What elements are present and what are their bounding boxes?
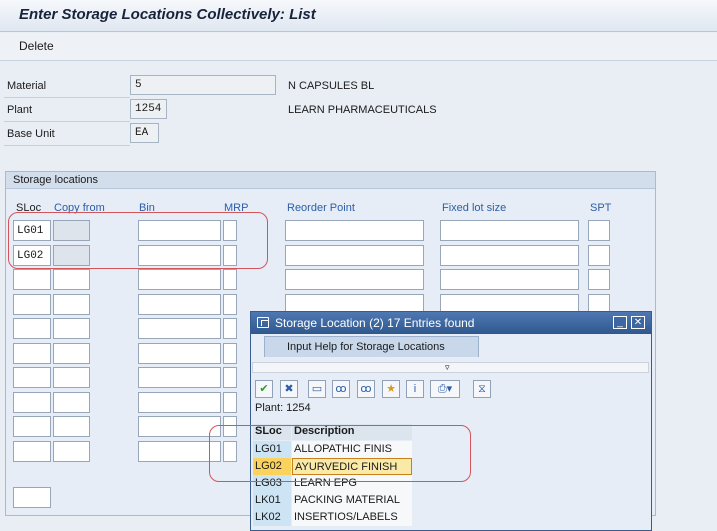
highlight-annotation (8, 212, 268, 269)
minimize-icon[interactable]: _ (613, 316, 627, 329)
find-next-icon[interactable]: ꝏ (357, 380, 375, 398)
plant-label: Plant (7, 104, 33, 116)
divider (4, 121, 130, 122)
col-header-reorder-point[interactable]: Reorder Point (287, 202, 355, 214)
check-icon[interactable]: ✔ (255, 380, 273, 398)
close-icon[interactable]: ✖ (280, 380, 298, 398)
grid-cell[interactable] (13, 441, 51, 462)
favorite-star-icon[interactable]: ★ (382, 380, 400, 398)
grid-cell[interactable] (13, 392, 51, 413)
grid-cell[interactable] (223, 392, 237, 413)
col-header-fixed-lot-size[interactable]: Fixed lot size (442, 202, 506, 214)
material-field[interactable]: 5 (130, 75, 276, 95)
info-icon[interactable]: i (406, 380, 424, 398)
popup-plant-line: Plant: 1254 (255, 402, 311, 414)
grid-cell[interactable] (53, 367, 90, 388)
grid-cell[interactable] (13, 416, 51, 437)
grid-cell[interactable] (138, 318, 221, 339)
popup-title-bar: Storage Location (2) 17 Entries found _ … (251, 312, 651, 334)
grid-cell[interactable] (223, 269, 237, 290)
print-icon[interactable]: ⎙▾ (430, 380, 460, 398)
grid-cell[interactable] (138, 294, 221, 315)
base-unit-field[interactable]: EA (130, 123, 159, 143)
grid-cell[interactable] (138, 269, 221, 290)
grid-cell[interactable] (53, 294, 90, 315)
grid-cell[interactable] (138, 343, 221, 364)
title-bar: Enter Storage Locations Collectively: Li… (0, 0, 717, 32)
grid-cell[interactable] (53, 343, 90, 364)
document-icon[interactable]: ▭ (308, 380, 326, 398)
binoculars-icon[interactable]: ꝏ (332, 380, 350, 398)
divider (4, 145, 130, 146)
expand-icon[interactable]: ▿ (445, 362, 450, 373)
grid-cell[interactable] (53, 269, 90, 290)
group-title: Storage locations (6, 172, 655, 189)
result-sloc[interactable]: LK02 (253, 509, 291, 526)
divider (4, 97, 130, 98)
grid-cell[interactable] (440, 220, 579, 241)
plant-field[interactable]: 1254 (130, 99, 167, 119)
grid-cell[interactable] (588, 220, 610, 241)
dialog-icon (257, 317, 269, 328)
result-description[interactable]: PACKING MATERIAL (292, 492, 412, 509)
material-label: Material (7, 80, 47, 92)
grid-cell[interactable] (440, 269, 579, 290)
grid-cell[interactable] (13, 294, 51, 315)
grid-cell[interactable] (53, 416, 90, 437)
grid-cell[interactable] (138, 392, 221, 413)
grid-cell[interactable] (53, 318, 90, 339)
grid-cell[interactable] (223, 367, 237, 388)
base-unit-label: Base Unit (7, 128, 55, 140)
restrictions-toggle-bar[interactable] (252, 362, 649, 373)
grid-cell[interactable] (285, 269, 424, 290)
entry-counter-field[interactable] (13, 487, 51, 508)
tab-input-help[interactable]: Input Help for Storage Locations (264, 336, 479, 357)
grid-cell[interactable] (285, 220, 424, 241)
page-title: Enter Storage Locations Collectively: Li… (19, 6, 316, 23)
grid-cell[interactable] (223, 318, 237, 339)
result-sloc[interactable]: LK01 (253, 492, 291, 509)
grid-cell[interactable] (588, 269, 610, 290)
plant-description: LEARN PHARMACEUTICALS (288, 104, 437, 116)
filter-icon[interactable]: ⧖ (473, 380, 491, 398)
grid-cell[interactable] (13, 269, 51, 290)
grid-cell[interactable] (13, 318, 51, 339)
grid-cell[interactable] (588, 245, 610, 266)
grid-cell[interactable] (13, 343, 51, 364)
application-toolbar: Delete (0, 33, 717, 61)
grid-cell[interactable] (440, 245, 579, 266)
highlight-annotation (209, 425, 471, 482)
grid-cell[interactable] (53, 392, 90, 413)
grid-cell[interactable] (13, 367, 51, 388)
grid-cell[interactable] (223, 294, 237, 315)
grid-cell[interactable] (223, 343, 237, 364)
popup-title: Storage Location (2) 17 Entries found (275, 316, 475, 330)
grid-cell[interactable] (138, 367, 221, 388)
result-description[interactable]: INSERTIOS/LABELS (292, 509, 412, 526)
close-icon[interactable]: ✕ (631, 316, 645, 329)
grid-cell[interactable] (53, 441, 90, 462)
grid-cell[interactable] (285, 245, 424, 266)
material-description: N CAPSULES BL (288, 80, 375, 92)
col-header-spt[interactable]: SPT (590, 202, 611, 214)
delete-button[interactable]: Delete (19, 39, 54, 53)
